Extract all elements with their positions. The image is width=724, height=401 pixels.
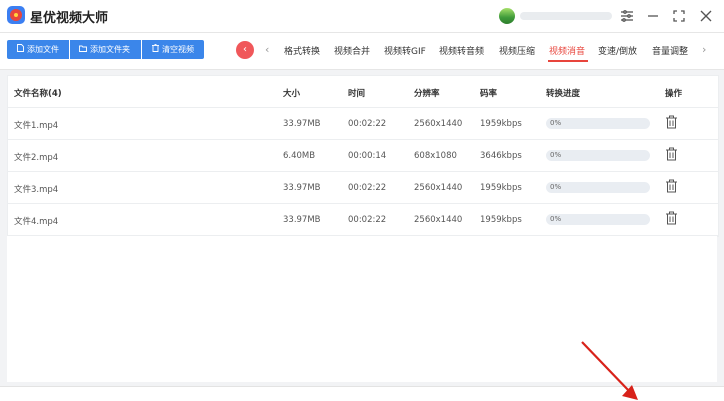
header-size: 大小 [283, 89, 301, 99]
header-duration: 时间 [348, 89, 366, 99]
progress-bar: 0% [546, 214, 650, 225]
file-size: 33.97MB [283, 119, 321, 129]
file-table: 文件名称(4) 大小 时间 分辨率 码率 转换进度 操作 文件1.mp4 33.… [7, 75, 719, 237]
tab-speed-reverse[interactable]: 变速/倒放 [598, 44, 637, 57]
add-file-button[interactable]: 添加文件 [7, 40, 69, 59]
table-row[interactable]: 文件2.mp4 6.40MB 00:00:14 608x1080 3646kbp… [8, 140, 718, 172]
file-duration: 00:00:14 [348, 151, 387, 161]
trash-icon[interactable] [665, 147, 678, 161]
progress-text: 0% [550, 119, 562, 127]
progress-bar: 0% [546, 182, 650, 193]
file-resolution: 2560x1440 [414, 183, 463, 193]
folder-icon [79, 40, 87, 59]
chevron-left-icon[interactable]: ‹ [236, 41, 254, 59]
table-row[interactable]: 文件3.mp4 33.97MB 00:02:22 2560x1440 1959k… [8, 172, 718, 204]
tab-video-compress[interactable]: 视频压缩 [499, 44, 535, 57]
blurred-account-info [520, 12, 612, 20]
tab-video-mute[interactable]: 视频消音 [549, 44, 585, 57]
file-resolution: 2560x1440 [414, 215, 463, 225]
maximize-icon[interactable] [670, 7, 688, 25]
title-bar: 星优视频大师 [0, 0, 724, 33]
trash-icon[interactable] [665, 115, 678, 129]
header-bitrate: 码率 [480, 89, 498, 99]
tab-format-convert[interactable]: 格式转换 [284, 44, 320, 57]
minimize-icon[interactable] [644, 7, 662, 25]
tab-video-to-audio[interactable]: 视频转音频 [439, 44, 484, 57]
progress-text: 0% [550, 151, 562, 159]
hamburger-menu-icon[interactable] [618, 7, 636, 25]
add-folder-button[interactable]: 添加文件夹 [70, 40, 141, 59]
file-duration: 00:02:22 [348, 215, 387, 225]
header-file-name: 文件名称(4) [14, 89, 62, 99]
trash-icon[interactable] [665, 211, 678, 225]
file-name: 文件2.mp4 [14, 153, 59, 163]
file-name: 文件4.mp4 [14, 217, 59, 227]
active-tab-indicator [548, 60, 588, 62]
trash-icon[interactable] [665, 179, 678, 193]
add-file-label: 添加文件 [27, 45, 59, 54]
file-size: 33.97MB [283, 215, 321, 225]
file-duration: 00:02:22 [348, 183, 387, 193]
file-name: 文件3.mp4 [14, 185, 59, 195]
clear-videos-button[interactable]: 清空视频 [142, 40, 204, 59]
table-row[interactable]: 文件1.mp4 33.97MB 00:02:22 2560x1440 1959k… [8, 108, 718, 140]
table-row[interactable]: 文件4.mp4 33.97MB 00:02:22 2560x1440 1959k… [8, 204, 718, 236]
clear-videos-label: 清空视频 [162, 45, 194, 54]
user-avatar-icon[interactable] [499, 8, 515, 24]
file-resolution: 2560x1440 [414, 119, 463, 129]
file-name: 文件1.mp4 [14, 121, 59, 131]
file-resolution: 608x1080 [414, 151, 457, 161]
toolbar: 添加文件 添加文件夹 清空视频 ‹ ‹ 格式转换 视频合并 视频转GIF 视频转… [0, 33, 724, 70]
add-folder-label: 添加文件夹 [90, 45, 130, 54]
chevron-left-icon[interactable]: ‹ [265, 43, 269, 56]
progress-text: 0% [550, 215, 562, 223]
file-bitrate: 3646kbps [480, 151, 522, 161]
file-size: 6.40MB [283, 151, 316, 161]
progress-bar: 0% [546, 118, 650, 129]
app-title: 星优视频大师 [30, 11, 109, 26]
header-action: 操作 [665, 89, 683, 99]
chevron-right-icon[interactable]: › [702, 43, 706, 56]
trash-icon [151, 40, 159, 59]
file-bitrate: 1959kbps [480, 215, 522, 225]
tab-video-merge[interactable]: 视频合并 [334, 44, 370, 57]
file-bitrate: 1959kbps [480, 119, 522, 129]
header-progress: 转换进度 [546, 89, 581, 99]
file-bitrate: 1959kbps [480, 183, 522, 193]
file-icon [16, 40, 24, 59]
header-resolution: 分辨率 [414, 89, 440, 99]
tab-volume-adjust[interactable]: 音量调整 [652, 44, 688, 57]
progress-text: 0% [550, 183, 562, 191]
close-icon[interactable] [697, 7, 715, 25]
table-header: 文件名称(4) 大小 时间 分辨率 码率 转换进度 操作 [8, 76, 718, 108]
annotation-arrow [581, 341, 638, 400]
progress-bar: 0% [546, 150, 650, 161]
file-size: 33.97MB [283, 183, 321, 193]
file-duration: 00:02:22 [348, 119, 387, 129]
app-logo-icon [7, 6, 25, 24]
tab-video-to-gif[interactable]: 视频转GIF [384, 44, 426, 57]
